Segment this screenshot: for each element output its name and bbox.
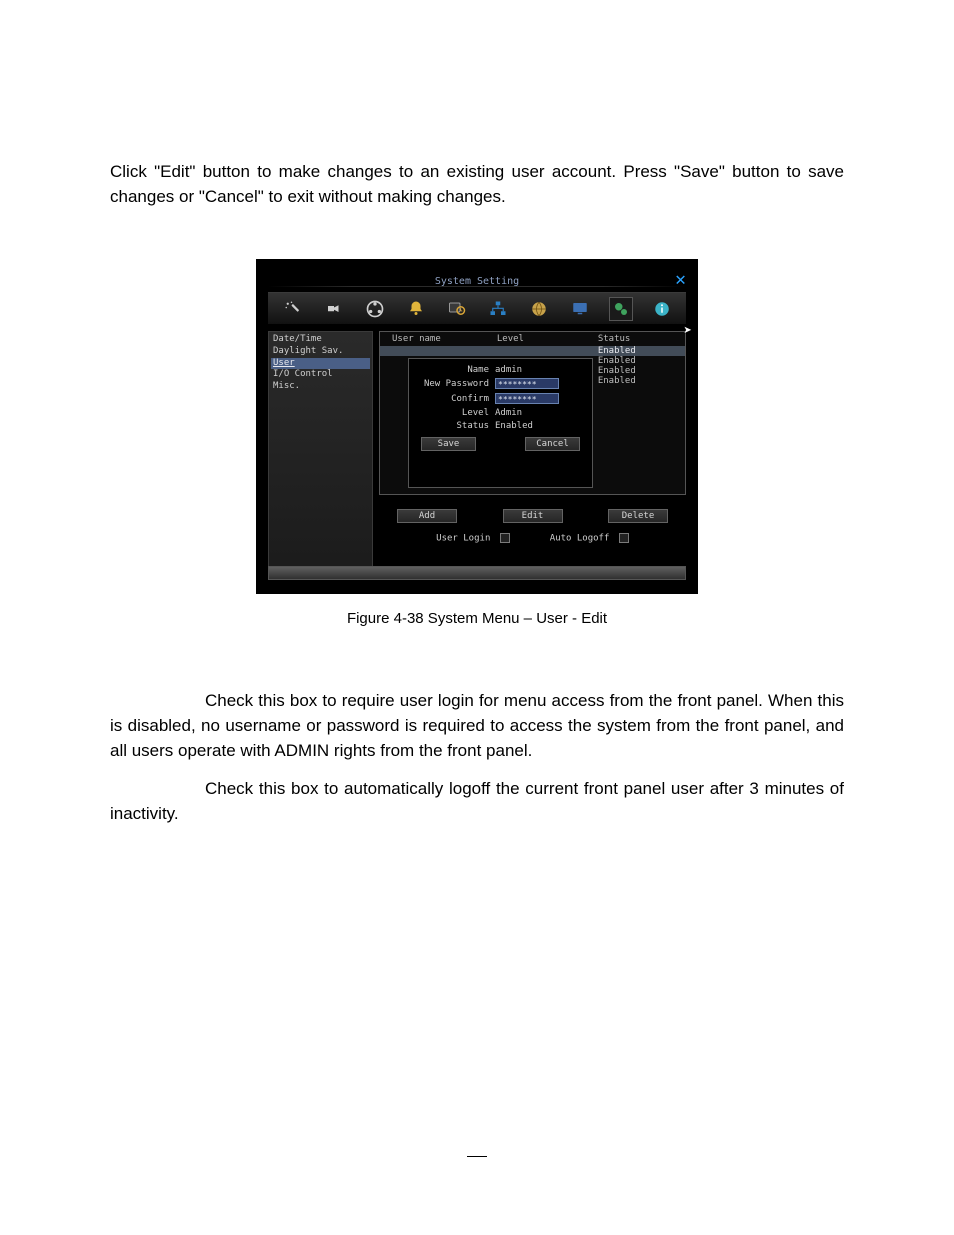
user-login-checkbox[interactable] [500,533,510,543]
main-panel: User name Level Status Enabled Enabled [379,331,686,580]
side-nav: Date/Time Daylight Sav. User I/O Control… [268,331,373,580]
auto-logoff-option: Auto Logoff [550,533,629,544]
header-username: User name [384,334,497,344]
value-status[interactable]: Enabled [495,421,584,431]
add-button[interactable]: Add [397,509,457,523]
label-new-password: New Password [417,379,495,389]
paragraph-edit-instructions: Click "Edit" button to make changes to a… [110,160,844,209]
auto-logoff-label: Auto Logoff [550,534,610,544]
figure-caption: Figure 4-38 System Menu – User - Edit [256,610,698,627]
reel-icon[interactable] [363,297,387,321]
toolbar [268,292,686,325]
user-list-header: User name Level Status [380,332,685,346]
cancel-button[interactable]: Cancel [525,437,580,451]
new-password-input[interactable]: ******** [495,378,559,389]
header-status: Status [598,334,681,344]
label-name: Name [417,365,495,375]
gear-icon[interactable] [609,297,633,321]
paragraph-auto-logoff: Check this box to automatically logoff t… [110,777,844,826]
label-level: Level [417,408,495,418]
confirm-password-input[interactable]: ******** [495,393,559,404]
network-icon[interactable] [486,297,510,321]
header-level: Level [497,334,598,344]
window-bottom-bar [268,566,686,580]
page-footer [0,1147,954,1161]
value-level[interactable]: Admin [495,408,584,418]
schedule-icon[interactable] [445,297,469,321]
save-button[interactable]: Save [421,437,476,451]
titlebar-separator [268,286,686,287]
delete-button[interactable]: Delete [608,509,668,523]
label-confirm: Confirm [417,394,495,404]
nav-item-misc[interactable]: Misc. [273,381,368,393]
nav-item-datetime[interactable]: Date/Time [273,334,368,346]
label-status: Status [417,421,495,431]
camera-icon[interactable] [322,297,346,321]
user-list-box: User name Level Status Enabled Enabled [379,331,686,495]
auto-logoff-checkbox[interactable] [619,533,629,543]
nav-item-io-control[interactable]: I/O Control [273,369,368,381]
edit-user-form: Name admin New Password ******** Confirm… [408,358,593,488]
value-name: admin [495,365,584,375]
globe-icon[interactable] [527,297,551,321]
nav-item-user[interactable]: User [271,358,370,370]
nav-item-daylight[interactable]: Daylight Sav. [273,346,368,358]
bell-icon[interactable] [404,297,428,321]
user-login-option: User Login [436,533,510,544]
cursor-icon: ➤ [684,323,692,339]
monitor-icon[interactable] [568,297,592,321]
info-icon[interactable] [650,297,674,321]
paragraph-user-login: Check this box to require user login for… [110,689,844,763]
figure-container: System Setting ✕ [256,259,698,627]
dvr-window: System Setting ✕ [256,259,698,594]
wand-icon[interactable] [281,297,305,321]
list-item[interactable]: Enabled [380,346,685,356]
user-login-label: User Login [436,534,490,544]
edit-button[interactable]: Edit [503,509,563,523]
